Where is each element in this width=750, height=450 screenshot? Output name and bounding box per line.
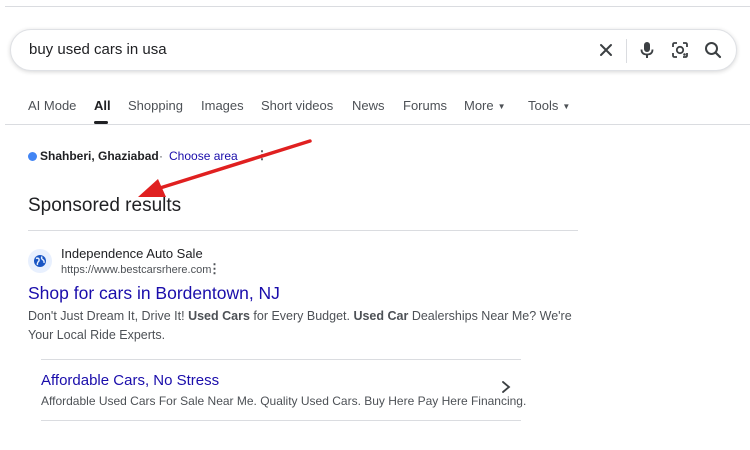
- ad-desc-part: for Every Budget.: [249, 309, 354, 323]
- ad-desc-part: Don't Just Dream It, Drive It!: [28, 309, 189, 323]
- location-name: Shahberi, Ghaziabad: [40, 149, 159, 163]
- ad-desc-bold: Used Car: [353, 309, 409, 323]
- choose-area-link[interactable]: Choose area: [169, 149, 238, 163]
- search-bar[interactable]: buy used cars in usa: [10, 29, 737, 71]
- more-vert-icon[interactable]: ⋮: [208, 262, 221, 276]
- tab-short-videos[interactable]: Short videos: [261, 98, 333, 113]
- search-icon[interactable]: [703, 40, 723, 60]
- tab-tools-label: Tools: [528, 98, 559, 113]
- sponsored-divider: [28, 230, 578, 231]
- chevron-right-icon[interactable]: [500, 380, 512, 399]
- tab-images[interactable]: Images: [201, 98, 244, 113]
- close-icon[interactable]: [596, 40, 616, 60]
- globe-icon[interactable]: [28, 249, 52, 273]
- caret-down-icon: ▼: [562, 102, 571, 112]
- tabs-divider: [5, 124, 750, 125]
- tab-all[interactable]: All: [94, 98, 111, 113]
- tab-ai-mode[interactable]: AI Mode: [28, 98, 76, 113]
- location-dot-icon: [28, 152, 37, 161]
- search-bar-divider: [626, 39, 627, 63]
- tab-more[interactable]: More ▼: [464, 98, 506, 113]
- advertiser-name[interactable]: Independence Auto Sale: [61, 246, 203, 261]
- camera-lens-icon[interactable]: [670, 40, 690, 60]
- advertiser-url[interactable]: https://www.bestcarsrhere.com: [61, 264, 211, 276]
- sitelink-title-link[interactable]: Affordable Cars, No Stress: [41, 372, 219, 389]
- sitelink-description: Affordable Used Cars For Sale Near Me. Q…: [41, 394, 527, 408]
- caret-down-icon: ▼: [497, 102, 506, 112]
- microphone-icon[interactable]: [637, 40, 657, 60]
- tab-shopping[interactable]: Shopping: [128, 98, 183, 113]
- sitelink-divider: [41, 359, 521, 360]
- search-input[interactable]: buy used cars in usa: [29, 41, 167, 58]
- sitelink-divider: [41, 420, 521, 421]
- tab-news[interactable]: News: [352, 98, 385, 113]
- tab-tools[interactable]: Tools ▼: [528, 98, 570, 113]
- sponsored-heading: Sponsored results: [28, 195, 182, 216]
- ad-description: Don't Just Dream It, Drive It! Used Cars…: [28, 307, 588, 345]
- top-divider: [5, 6, 750, 7]
- tab-more-label: More: [464, 98, 494, 113]
- ad-title-link[interactable]: Shop for cars in Bordentown, NJ: [28, 283, 280, 304]
- tab-forums[interactable]: Forums: [403, 98, 447, 113]
- location-separator: ·: [159, 149, 163, 163]
- more-vert-icon[interactable]: ⋮: [256, 148, 268, 162]
- ad-desc-bold: Used Cars: [188, 309, 250, 323]
